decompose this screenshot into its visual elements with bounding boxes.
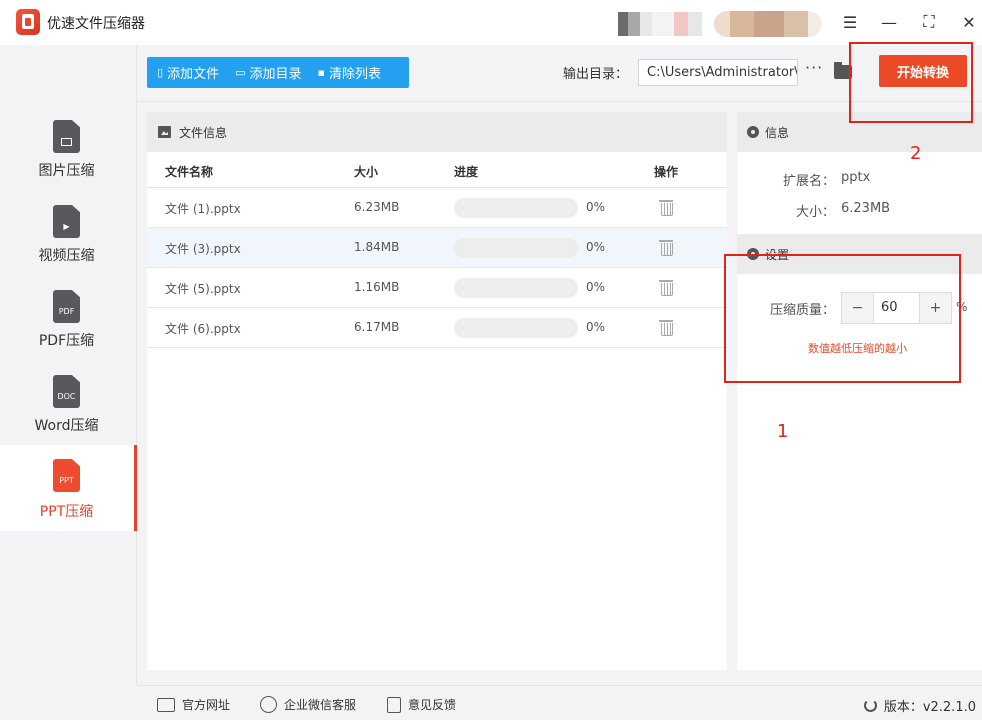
add-file-label: 添加文件 xyxy=(167,67,220,82)
size-value: 6.23MB xyxy=(841,201,891,216)
file-icon: ▯ xyxy=(157,66,164,79)
add-file-button[interactable]: ▯ 添加文件 xyxy=(147,57,225,88)
sidebar-item-label: 图片压缩 xyxy=(38,163,95,179)
feedback-label: 意见反馈 xyxy=(408,698,457,712)
sidebar-item-label: PPT压缩 xyxy=(39,504,94,520)
annotation-number: 1 xyxy=(777,421,789,442)
clear-list-button[interactable]: ▪ 清除列表 xyxy=(308,57,387,88)
add-folder-label: 添加目录 xyxy=(249,67,302,82)
blurred-user-info xyxy=(618,12,702,36)
app-title: 优速文件压缩器 xyxy=(47,16,145,32)
version-label: 版本：v2.2.1.0 xyxy=(883,700,976,715)
sidebar: 图片压缩 ▶ 视频压缩 PDF PDF压缩 DOC Word压缩 PPT PPT… xyxy=(0,45,137,685)
feedback-link[interactable]: 意见反馈 xyxy=(387,696,456,713)
output-dir-label: 输出目录： xyxy=(563,67,629,82)
chat-icon xyxy=(260,696,277,713)
progress-bar xyxy=(454,278,578,298)
annotation-number: 2 xyxy=(910,143,922,164)
sidebar-item-image-compress[interactable]: 图片压缩 xyxy=(0,112,137,194)
sidebar-item-word-compress[interactable]: DOC Word压缩 xyxy=(0,367,137,449)
ppt-file-icon: PPT xyxy=(53,459,80,492)
add-folder-button[interactable]: ▭ 添加目录 xyxy=(225,57,307,88)
annotation-box-start xyxy=(849,42,973,123)
delete-icon[interactable] xyxy=(659,198,673,216)
ext-label: 扩展名： xyxy=(782,174,835,189)
ext-value: pptx xyxy=(841,170,871,185)
pdf-file-icon: PDF xyxy=(53,290,80,323)
file-name: 文件 (3).pptx xyxy=(165,242,241,256)
website-icon xyxy=(157,697,175,712)
doc-file-icon: DOC xyxy=(53,375,80,408)
table-row[interactable]: 文件 (3).pptx 1.84MB 0% xyxy=(147,228,727,268)
delete-icon[interactable] xyxy=(659,318,673,336)
file-panel-header: 文件信息 xyxy=(147,112,727,152)
col-name: 文件名称 xyxy=(165,165,214,179)
sidebar-item-label: PDF压缩 xyxy=(38,333,95,349)
blurred-avatar-area xyxy=(714,11,822,37)
file-table-header: 文件名称 大小 进度 操作 xyxy=(147,152,727,188)
file-name: 文件 (5).pptx xyxy=(165,282,241,296)
wechat-support-link[interactable]: 企业微信客服 xyxy=(260,696,356,713)
sidebar-item-video-compress[interactable]: ▶ 视频压缩 xyxy=(0,197,137,279)
website-link[interactable]: 官方网址 xyxy=(157,696,230,713)
menu-icon[interactable]: ☰ xyxy=(838,10,862,34)
file-size: 1.84MB xyxy=(354,240,400,254)
file-name: 文件 (6).pptx xyxy=(165,322,241,336)
footer-bar: 官方网址 企业微信客服 意见反馈 版本：v2.2.1.0 xyxy=(137,685,982,720)
wechat-label: 企业微信客服 xyxy=(284,698,357,712)
video-file-icon: ▶ xyxy=(53,205,80,238)
progress-text: 0% xyxy=(586,200,606,214)
info-title: 信息 xyxy=(765,125,790,140)
progress-text: 0% xyxy=(586,240,606,254)
sidebar-item-pdf-compress[interactable]: PDF PDF压缩 xyxy=(0,282,137,364)
file-size: 6.17MB xyxy=(354,320,400,334)
app-window: 优速文件压缩器 ☰ — ⛶ ✕ 图片压缩 ▶ 视频压缩 PDF PDF压缩 DO… xyxy=(0,0,982,720)
feedback-icon xyxy=(387,696,401,713)
table-row[interactable]: 文件 (1).pptx 6.23MB 0% xyxy=(147,188,727,228)
col-size: 大小 xyxy=(354,165,379,179)
progress-bar xyxy=(454,318,578,338)
file-size: 1.16MB xyxy=(354,280,400,294)
trash-icon: ▪ xyxy=(317,66,325,79)
progress-text: 0% xyxy=(586,320,606,334)
sidebar-item-label: 视频压缩 xyxy=(38,248,95,264)
table-row[interactable]: 文件 (5).pptx 1.16MB 0% xyxy=(147,268,727,308)
website-label: 官方网址 xyxy=(182,698,231,712)
progress-bar xyxy=(454,238,578,258)
minimize-icon[interactable]: — xyxy=(877,10,901,34)
size-label: 大小： xyxy=(795,205,835,220)
folder-icon: ▭ xyxy=(235,66,246,79)
file-name: 文件 (1).pptx xyxy=(165,202,241,216)
close-icon[interactable]: ✕ xyxy=(957,10,981,34)
sidebar-item-label: Word压缩 xyxy=(34,418,99,434)
app-logo xyxy=(16,9,40,35)
more-options-icon[interactable]: ··· xyxy=(805,58,823,77)
progress-text: 0% xyxy=(586,280,606,294)
sidebar-item-ppt-compress[interactable]: PPT PPT压缩 xyxy=(0,445,137,531)
title-bar: 优速文件压缩器 ☰ — ⛶ ✕ xyxy=(0,0,982,45)
delete-icon[interactable] xyxy=(659,238,673,256)
progress-bar xyxy=(454,198,578,218)
col-action: 操作 xyxy=(654,165,679,179)
output-dir-input[interactable]: C:\Users\Administrator\ xyxy=(638,59,798,86)
file-size: 6.23MB xyxy=(354,200,400,214)
refresh-icon xyxy=(863,699,877,712)
delete-icon[interactable] xyxy=(659,278,673,296)
file-panel-title: 文件信息 xyxy=(179,125,228,140)
version-info[interactable]: 版本：v2.2.1.0 xyxy=(863,696,976,715)
col-progress: 进度 xyxy=(454,165,479,179)
image-file-icon xyxy=(53,120,80,153)
file-list-panel: 文件信息 文件名称 大小 进度 操作 文件 (1).pptx 6.23MB 0%… xyxy=(147,112,727,670)
gear-icon xyxy=(747,126,759,138)
settings-panel: 信息 扩展名： pptx 大小： 6.23MB 设置 压缩质量： − 60 + … xyxy=(737,112,982,670)
maximize-icon[interactable]: ⛶ xyxy=(917,10,941,34)
table-row[interactable]: 文件 (6).pptx 6.17MB 0% xyxy=(147,308,727,348)
image-icon xyxy=(158,126,171,138)
clear-list-label: 清除列表 xyxy=(328,67,381,82)
annotation-box-settings xyxy=(724,254,961,383)
file-actions-group: ▯ 添加文件 ▭ 添加目录 ▪ 清除列表 xyxy=(147,57,409,88)
